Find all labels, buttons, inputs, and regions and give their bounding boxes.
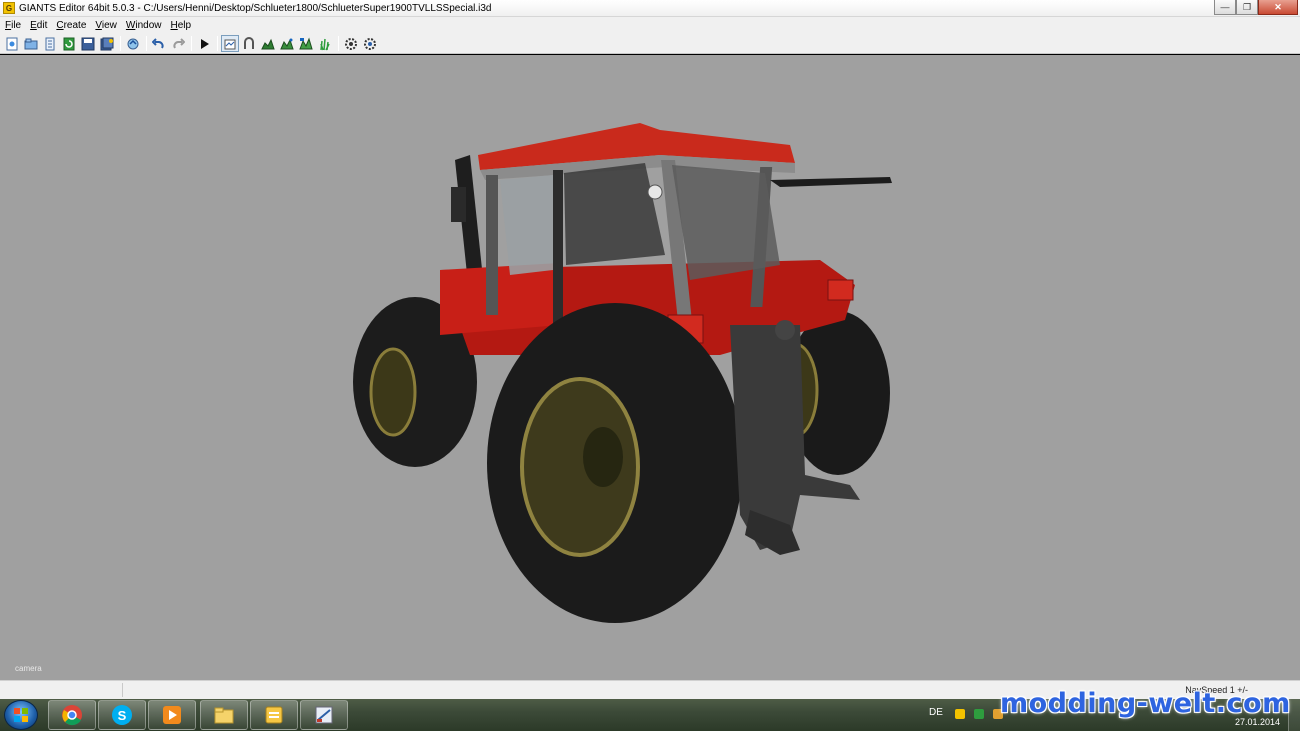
reload-icon[interactable]: [60, 35, 78, 52]
import-icon[interactable]: [41, 35, 59, 52]
export-icon[interactable]: [124, 35, 142, 52]
maximize-icon[interactable]: ❐: [1236, 0, 1258, 15]
explorer-icon[interactable]: [200, 700, 248, 730]
new-icon[interactable]: [3, 35, 21, 52]
tray-icon[interactable]: [955, 709, 965, 719]
window-controls: — ❐ ✕: [1214, 0, 1298, 15]
undo-icon[interactable]: [150, 35, 168, 52]
close-icon[interactable]: ✕: [1258, 0, 1298, 15]
notes-icon[interactable]: [250, 700, 298, 730]
language-indicator[interactable]: DE: [929, 707, 943, 718]
title-bar: G GIANTS Editor 64bit 5.0.3 - C:/Users/H…: [0, 0, 1300, 17]
menu-edit[interactable]: Edit: [30, 20, 47, 31]
media-player-icon[interactable]: [148, 700, 196, 730]
save-all-icon[interactable]: [98, 35, 116, 52]
status-separator: [122, 683, 123, 697]
toolbar: [0, 34, 1300, 54]
menu-create[interactable]: Create: [56, 20, 86, 31]
foliage-paint-icon[interactable]: [297, 35, 315, 52]
save-icon[interactable]: [79, 35, 97, 52]
redo-icon[interactable]: [169, 35, 187, 52]
toolbar-separator: [338, 36, 339, 51]
toolbar-separator: [120, 36, 121, 51]
tray-icon[interactable]: [974, 709, 984, 719]
giants-editor-icon: G: [3, 2, 15, 14]
terrain-paint-icon[interactable]: [278, 35, 296, 52]
toolbar-separator: [191, 36, 192, 51]
camera-label: camera: [15, 664, 42, 673]
toolbar-separator: [217, 36, 218, 51]
giants-editor-icon[interactable]: [300, 700, 348, 730]
tractor-model[interactable]: [0, 55, 1300, 680]
menu-bar: File Edit Create View Window Help: [0, 17, 1300, 34]
physics-icon[interactable]: [361, 35, 379, 52]
toolbar-separator: [146, 36, 147, 51]
grass-icon[interactable]: [316, 35, 334, 52]
3d-viewport[interactable]: camera: [0, 55, 1300, 680]
menu-window[interactable]: Window: [126, 20, 162, 31]
chrome-icon[interactable]: [48, 700, 96, 730]
minimize-icon[interactable]: —: [1214, 0, 1236, 15]
skype-icon[interactable]: S: [98, 700, 146, 730]
settings-icon[interactable]: [342, 35, 360, 52]
select-icon[interactable]: [221, 35, 239, 52]
open-icon[interactable]: [22, 35, 40, 52]
move-icon[interactable]: [240, 35, 258, 52]
windows-start-icon[interactable]: [4, 700, 38, 730]
window-title: GIANTS Editor 64bit 5.0.3 - C:/Users/Hen…: [19, 2, 492, 14]
svg-text:S: S: [118, 708, 127, 723]
terrain-sculpt-icon[interactable]: [259, 35, 277, 52]
play-icon[interactable]: [195, 35, 213, 52]
watermark: modding-welt.com: [1000, 688, 1291, 719]
menu-file[interactable]: File: [5, 20, 21, 31]
menu-help[interactable]: Help: [171, 20, 192, 31]
menu-view[interactable]: View: [95, 20, 117, 31]
